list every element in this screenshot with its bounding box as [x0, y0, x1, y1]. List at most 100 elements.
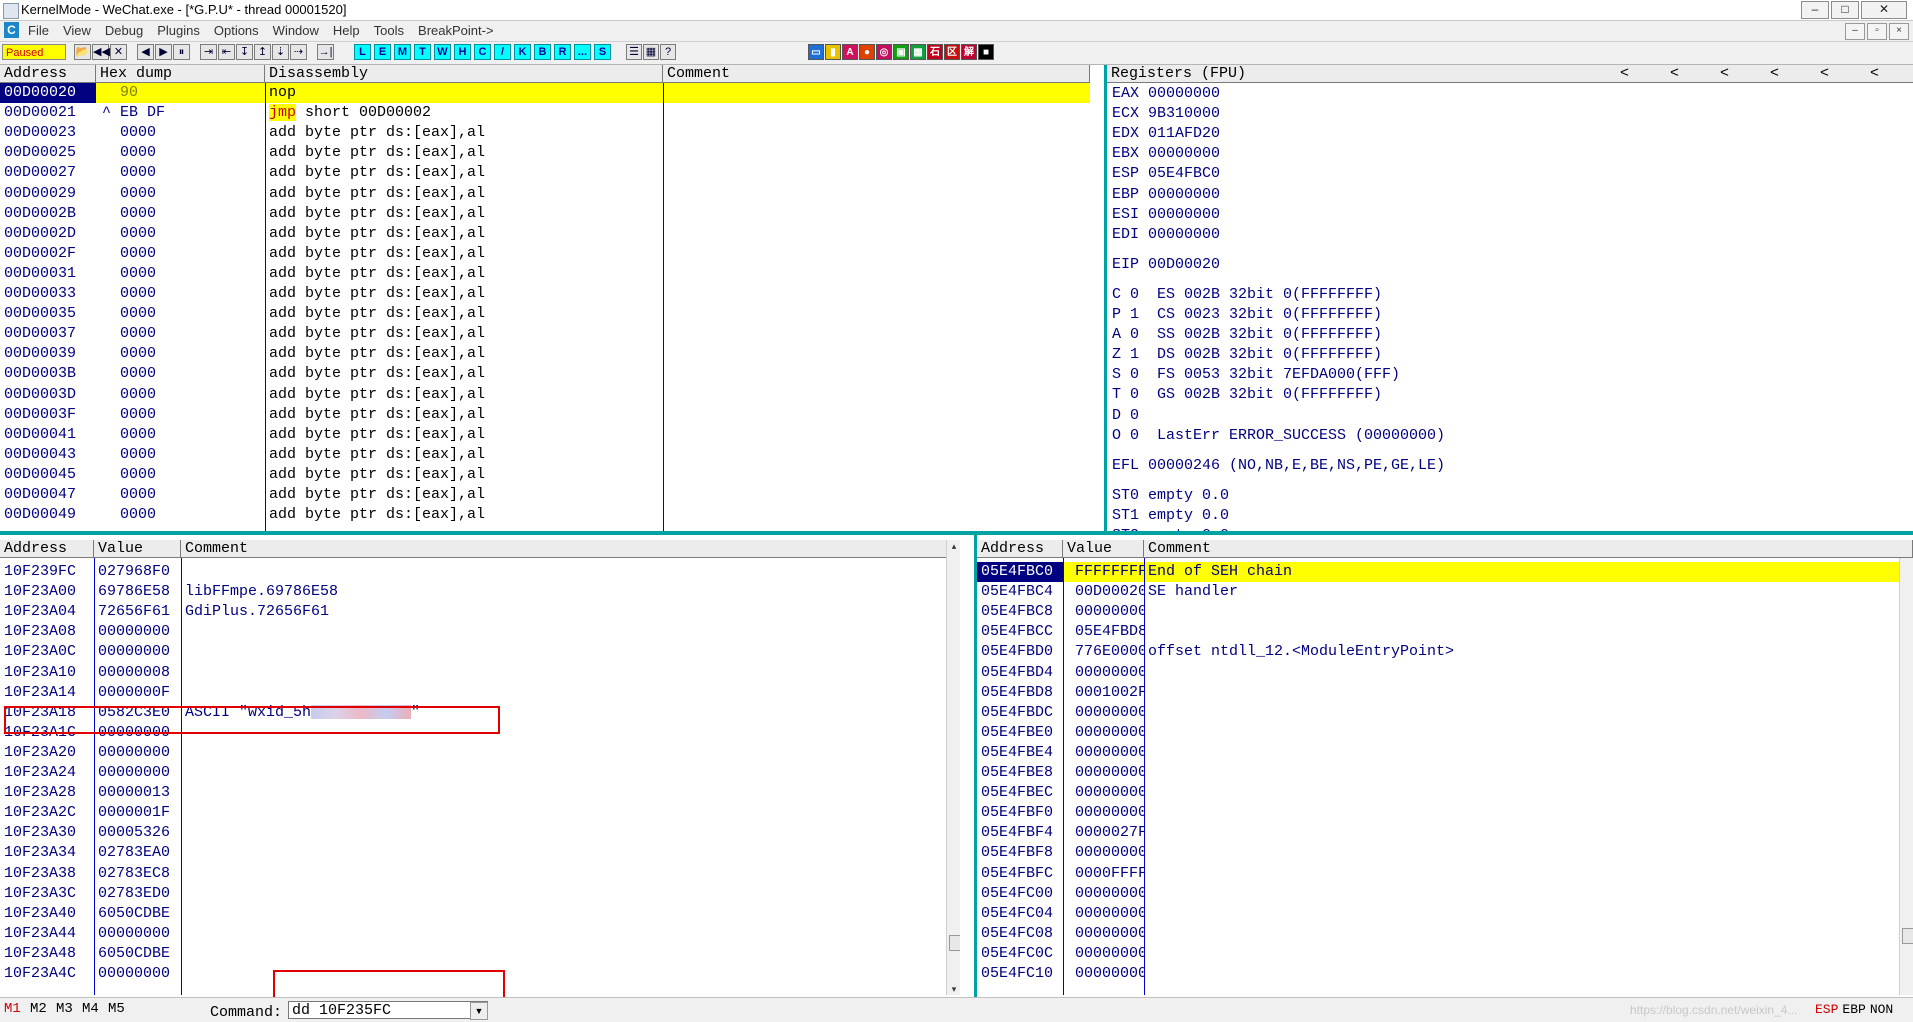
dump-row[interactable]: 10F23A3C 02783ED0 [0, 884, 946, 904]
disasm-row[interactable]: 00D00049 0000 add byte ptr ds:[eax],al [0, 505, 1090, 525]
stack-row[interactable]: 05E4FBC8 00000000 [977, 602, 1899, 622]
dump-row[interactable]: 10F23A48 6050CDBE [0, 944, 946, 964]
dump-col-address[interactable]: Address [0, 540, 94, 558]
plugin-icon-8[interactable]: 区 [944, 44, 960, 60]
dump-row[interactable]: 10F23A28 00000013 [0, 783, 946, 803]
minimize-button[interactable]: – [1801, 1, 1829, 19]
disasm-row[interactable]: 00D0002B 0000 add byte ptr ds:[eax],al [0, 204, 1090, 224]
disasm-row[interactable]: 00D00021 ^ EB DF jmp short 00D00002 [0, 103, 1090, 123]
register-line[interactable]: Z 1 DS 002B 32bit 0(FFFFFFFF) [1112, 346, 1382, 363]
disasm-row[interactable]: 00D00047 0000 add byte ptr ds:[eax],al [0, 485, 1090, 505]
plugin-icon-6[interactable]: ▦ [910, 44, 926, 60]
dump-row[interactable]: 10F23A00 69786E58 libFFmpe.69786E58 [0, 582, 946, 602]
register-line[interactable]: ST0 empty 0.0 [1112, 487, 1229, 504]
memory-tab-m5[interactable]: M5 [108, 1001, 125, 1017]
stack-row[interactable]: 05E4FC04 00000000 [977, 904, 1899, 924]
register-line[interactable]: T 0 GS 002B 32bit 0(FFFFFFFF) [1112, 386, 1382, 403]
register-line[interactable]: EAX 00000000 [1112, 85, 1220, 102]
stack-scrollbar[interactable] [1899, 558, 1913, 995]
disassembly-pane[interactable]: Address Hex dump Disassembly Comment 00D… [0, 65, 1090, 531]
disasm-row[interactable]: 00D0003B 0000 add byte ptr ds:[eax],al [0, 364, 1090, 384]
disasm-row[interactable]: 00D00023 0000 add byte ptr ds:[eax],al [0, 123, 1090, 143]
cpu-window-icon[interactable]: C [4, 22, 19, 38]
trace-into-button[interactable]: ↧ [236, 44, 253, 60]
dump-row[interactable]: 10F23A08 00000000 [0, 622, 946, 642]
menu-item-help[interactable]: Help [333, 23, 360, 38]
command-history-dropdown[interactable]: ▼ [470, 1002, 488, 1020]
window-button-10[interactable]: R [554, 44, 571, 60]
register-line[interactable]: EDI 00000000 [1112, 226, 1220, 243]
register-nav-arrow[interactable]: < [1620, 65, 1629, 82]
window-button-5[interactable]: H [454, 44, 471, 60]
register-line[interactable]: O 0 LastErr ERROR_SUCCESS (00000000) [1112, 427, 1445, 444]
register-line[interactable]: ESI 00000000 [1112, 206, 1220, 223]
disasm-row[interactable]: 00D00025 0000 add byte ptr ds:[eax],al [0, 143, 1090, 163]
stack-row[interactable]: 05E4FBDC 00000000 [977, 703, 1899, 723]
disasm-row[interactable]: 00D00033 0000 add byte ptr ds:[eax],al [0, 284, 1090, 304]
memory-tab-m3[interactable]: M3 [56, 1001, 73, 1017]
dump-col-value[interactable]: Value [94, 540, 181, 558]
register-line[interactable]: EBX 00000000 [1112, 145, 1220, 162]
menu-item-tools[interactable]: Tools [374, 23, 404, 38]
register-line[interactable]: EBP 00000000 [1112, 186, 1220, 203]
dump-row[interactable]: 10F23A38 02783EC8 [0, 864, 946, 884]
disasm-row[interactable]: 00D00041 0000 add byte ptr ds:[eax],al [0, 425, 1090, 445]
view-icon-0[interactable]: ☰ [626, 44, 642, 60]
disasm-row[interactable]: 00D0003F 0000 add byte ptr ds:[eax],al [0, 405, 1090, 425]
plugin-icon-1[interactable]: ▮ [825, 44, 841, 60]
stack-row[interactable]: 05E4FBD0 776E0000 offset ntdll_12.<ModuleE… [977, 642, 1899, 662]
stack-col-address[interactable]: Address [977, 540, 1063, 558]
register-line[interactable]: A 0 SS 002B 32bit 0(FFFFFFFF) [1112, 326, 1382, 343]
view-icon-1[interactable]: ▦ [643, 44, 659, 60]
disasm-row[interactable]: 00D00031 0000 add byte ptr ds:[eax],al [0, 264, 1090, 284]
window-button-4[interactable]: W [434, 44, 451, 60]
memory-tab-m2[interactable]: M2 [30, 1001, 47, 1017]
disasm-row[interactable]: 00D00027 0000 add byte ptr ds:[eax],al [0, 163, 1090, 183]
disasm-row[interactable]: 00D00035 0000 add byte ptr ds:[eax],al [0, 304, 1090, 324]
menu-item-plugins[interactable]: Plugins [157, 23, 200, 38]
mdi-restore-button[interactable]: ▫ [1867, 23, 1887, 40]
restart-button[interactable]: ◀◀ [92, 44, 110, 60]
mdi-minimize-button[interactable]: – [1845, 23, 1865, 40]
window-button-9[interactable]: B [534, 44, 551, 60]
window-button-2[interactable]: M [394, 44, 411, 60]
mdi-close-button[interactable]: × [1889, 23, 1909, 40]
window-button-7[interactable]: / [494, 44, 511, 60]
register-line[interactable]: P 1 CS 0023 32bit 0(FFFFFFFF) [1112, 306, 1382, 323]
pane-splitter-vertical[interactable] [1104, 65, 1107, 535]
stack-row[interactable]: 05E4FC10 00000000 [977, 964, 1899, 984]
ebp-label[interactable]: EBP [1842, 1002, 1865, 1017]
stack-row[interactable]: 05E4FBCC 05E4FBD8 [977, 622, 1899, 642]
stack-row[interactable]: 05E4FBFC 0000FFFF [977, 864, 1899, 884]
registers-pane[interactable]: Registers (FPU) <<<<<<<< EAX 00000000ECX… [1107, 65, 1913, 531]
stack-row[interactable]: 05E4FBE8 00000000 [977, 763, 1899, 783]
menu-item-view[interactable]: View [63, 23, 91, 38]
stack-row[interactable]: 05E4FBF0 00000000 [977, 803, 1899, 823]
memory-tab-m1[interactable]: M1 [4, 1001, 21, 1017]
dump-col-comment[interactable]: Comment [181, 540, 960, 558]
stack-col-comment[interactable]: Comment [1144, 540, 1913, 558]
maximize-button[interactable]: □ [1831, 1, 1859, 19]
plugin-icon-0[interactable]: ▭ [808, 44, 824, 60]
register-nav-arrow[interactable]: < [1720, 65, 1729, 82]
disasm-row[interactable]: 00D00020 90 nop [0, 83, 1090, 103]
stack-row[interactable]: 05E4FBE4 00000000 [977, 743, 1899, 763]
disasm-row[interactable]: 00D00045 0000 add byte ptr ds:[eax],al [0, 465, 1090, 485]
step-into-button[interactable]: ⇥ [200, 44, 217, 60]
window-button-8[interactable]: K [514, 44, 531, 60]
register-line[interactable]: ECX 9B310000 [1112, 105, 1220, 122]
stack-row[interactable]: 05E4FBC0 FFFFFFFF End of SEH chain [977, 562, 1899, 582]
execute-till-user-button[interactable]: ⇢ [290, 44, 307, 60]
window-button-3[interactable]: T [414, 44, 431, 60]
dump-row[interactable]: 10F23A34 02783EA0 [0, 843, 946, 863]
register-nav-arrow[interactable]: < [1670, 65, 1679, 82]
execute-till-return-button[interactable]: ⇣ [272, 44, 289, 60]
memory-tab-m4[interactable]: M4 [82, 1001, 99, 1017]
disasm-row[interactable]: 00D00029 0000 add byte ptr ds:[eax],al [0, 184, 1090, 204]
plugin-icon-4[interactable]: ◎ [876, 44, 892, 60]
register-line[interactable]: ST1 empty 0.0 [1112, 507, 1229, 524]
dump-row[interactable]: 10F23A14 0000000F [0, 683, 946, 703]
window-button-11[interactable]: ... [574, 44, 591, 60]
dump-row[interactable]: 10F23A30 00005326 [0, 823, 946, 843]
stack-row[interactable]: 05E4FBF8 00000000 [977, 843, 1899, 863]
